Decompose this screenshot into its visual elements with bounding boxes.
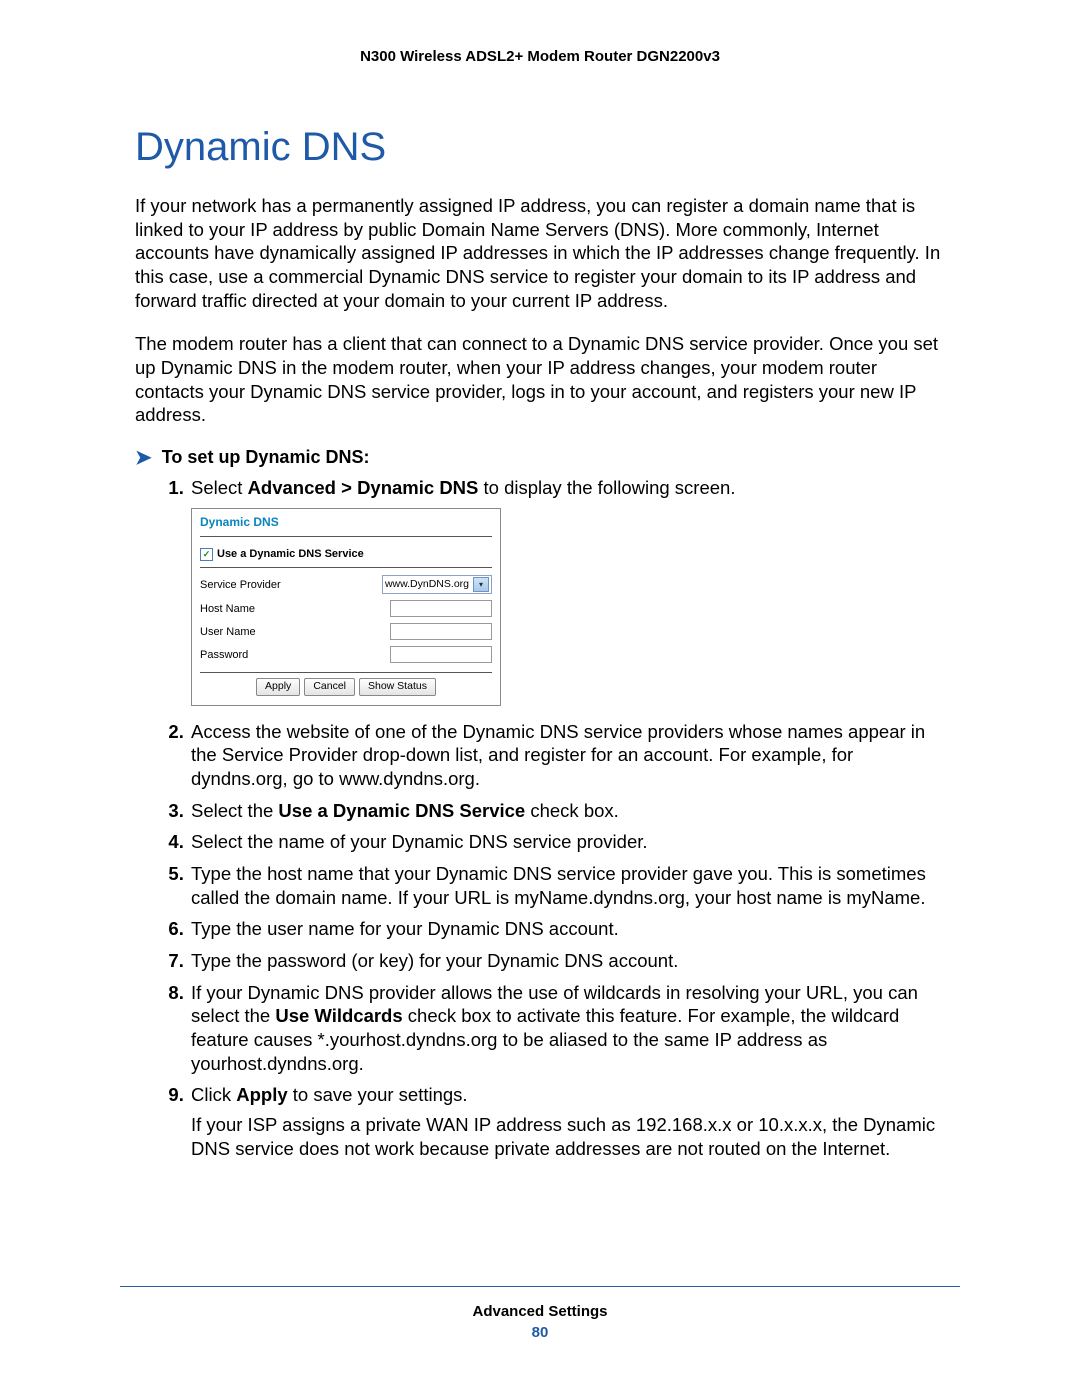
password-input[interactable]: [390, 646, 492, 663]
cancel-button[interactable]: Cancel: [304, 678, 355, 695]
use-ddns-checkbox-row: ✓ Use a Dynamic DNS Service: [200, 537, 492, 568]
row-service-provider: Service Provider www.DynDNS.org ▾: [200, 572, 492, 597]
step-1-text-c: to display the following screen.: [478, 477, 735, 498]
panel-title: Dynamic DNS: [200, 515, 492, 537]
service-provider-value: www.DynDNS.org: [385, 578, 469, 591]
page-content: Dynamic DNS If your network has a perman…: [0, 65, 1080, 1160]
page-footer: Advanced Settings 80: [0, 1286, 1080, 1341]
step-9-note: If your ISP assigns a private WAN IP add…: [191, 1113, 950, 1160]
steps-list: Select Advanced > Dynamic DNS to display…: [161, 476, 950, 1160]
step-1-text-a: Select: [191, 477, 248, 498]
page-header: N300 Wireless ADSL2+ Modem Router DGN220…: [0, 0, 1080, 65]
step-3-bold: Use a Dynamic DNS Service: [278, 800, 525, 821]
step-8-bold: Use Wildcards: [275, 1005, 402, 1026]
product-name: N300 Wireless ADSL2+ Modem Router DGN220…: [360, 48, 720, 65]
section-title: Dynamic DNS: [135, 125, 950, 170]
task-heading: ➤ To set up Dynamic DNS:: [135, 447, 950, 468]
step-8: If your Dynamic DNS provider allows the …: [189, 981, 950, 1076]
step-1-path: Advanced > Dynamic DNS: [248, 477, 479, 498]
step-4: Select the name of your Dynamic DNS serv…: [189, 830, 950, 854]
manual-page: N300 Wireless ADSL2+ Modem Router DGN220…: [0, 0, 1080, 1397]
step-9-bold: Apply: [236, 1084, 287, 1105]
step-9-text-c: to save your settings.: [288, 1084, 468, 1105]
show-status-button[interactable]: Show Status: [359, 678, 436, 695]
step-7: Type the password (or key) for your Dyna…: [189, 949, 950, 973]
service-provider-select[interactable]: www.DynDNS.org ▾: [382, 575, 492, 594]
chevron-right-icon: ➤: [135, 448, 152, 468]
label-service-provider: Service Provider: [200, 578, 310, 592]
user-name-input[interactable]: [390, 623, 492, 640]
intro-paragraph-1: If your network has a permanently assign…: [135, 194, 950, 312]
host-name-input[interactable]: [390, 600, 492, 617]
step-9: Click Apply to save your settings. If yo…: [189, 1083, 950, 1160]
step-9-text-a: Click: [191, 1084, 236, 1105]
use-ddns-label: Use a Dynamic DNS Service: [217, 547, 364, 561]
row-password: Password: [200, 643, 492, 666]
step-2: Access the website of one of the Dynamic…: [189, 720, 950, 791]
label-user-name: User Name: [200, 625, 310, 639]
step-1: Select Advanced > Dynamic DNS to display…: [189, 476, 950, 706]
footer-page-number: 80: [0, 1324, 1080, 1341]
footer-chapter: Advanced Settings: [0, 1303, 1080, 1320]
apply-button[interactable]: Apply: [256, 678, 300, 695]
label-host-name: Host Name: [200, 602, 310, 616]
label-password: Password: [200, 648, 310, 662]
intro-paragraph-2: The modem router has a client that can c…: [135, 332, 950, 427]
task-title: To set up Dynamic DNS:: [162, 447, 370, 468]
step-3-text-c: check box.: [525, 800, 619, 821]
step-5: Type the host name that your Dynamic DNS…: [189, 862, 950, 909]
step-3-text-a: Select the: [191, 800, 278, 821]
step-3: Select the Use a Dynamic DNS Service che…: [189, 799, 950, 823]
use-ddns-checkbox[interactable]: ✓: [200, 548, 213, 561]
row-host-name: Host Name: [200, 597, 492, 620]
step-6: Type the user name for your Dynamic DNS …: [189, 917, 950, 941]
chevron-down-icon: ▾: [473, 577, 489, 592]
ddns-screenshot: Dynamic DNS ✓ Use a Dynamic DNS Service …: [191, 508, 501, 706]
footer-rule: [120, 1286, 960, 1287]
row-user-name: User Name: [200, 620, 492, 643]
